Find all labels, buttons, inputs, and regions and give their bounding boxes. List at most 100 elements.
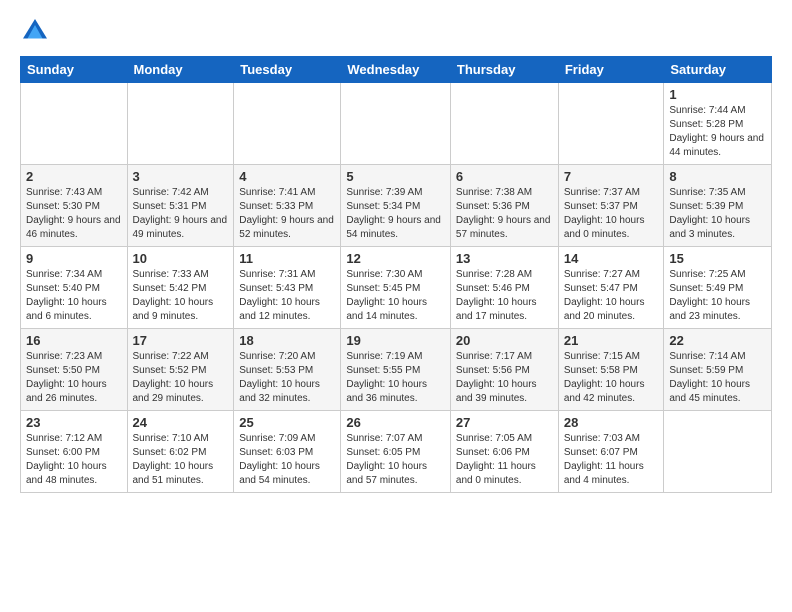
calendar-cell: 23 Sunrise: 7:12 AM Sunset: 6:00 PM Dayli… xyxy=(21,411,128,493)
weekday-header-saturday: Saturday xyxy=(664,57,772,83)
calendar-cell xyxy=(127,83,234,165)
calendar-cell xyxy=(450,83,558,165)
weekday-header-thursday: Thursday xyxy=(450,57,558,83)
weekday-header-sunday: Sunday xyxy=(21,57,128,83)
day-info: Sunrise: 7:41 AM Sunset: 5:33 PM Dayligh… xyxy=(239,186,335,242)
day-info: Sunrise: 7:34 AM Sunset: 5:40 PM Dayligh… xyxy=(26,268,122,324)
calendar-cell: 8 Sunrise: 7:35 AM Sunset: 5:39 PM Daylig… xyxy=(664,165,772,247)
calendar-cell: 13Sunrise: 7:28 AM Sunset: 5:46 PM Dayli… xyxy=(450,247,558,329)
day-info: Sunrise: 7:28 AM Sunset: 5:46 PM Dayligh… xyxy=(456,268,553,324)
calendar-cell: 14Sunrise: 7:27 AM Sunset: 5:47 PM Dayli… xyxy=(558,247,664,329)
day-number: 19 xyxy=(346,333,445,348)
calendar-cell: 9 Sunrise: 7:34 AM Sunset: 5:40 PM Daylig… xyxy=(21,247,128,329)
calendar-cell: 25 Sunrise: 7:09 AM Sunset: 6:03 PM Dayli… xyxy=(234,411,341,493)
day-info: Sunrise: 7:37 AM Sunset: 5:37 PM Dayligh… xyxy=(564,186,659,242)
day-number: 7 xyxy=(564,169,659,184)
calendar-cell: 28 Sunrise: 7:03 AM Sunset: 6:07 PM Dayli… xyxy=(558,411,664,493)
day-info: Sunrise: 7:03 AM Sunset: 6:07 PM Dayligh… xyxy=(564,432,659,488)
day-number: 28 xyxy=(564,415,659,430)
day-info: Sunrise: 7:42 AM Sunset: 5:31 PM Dayligh… xyxy=(133,186,229,242)
logo-icon xyxy=(20,16,50,46)
calendar-cell xyxy=(21,83,128,165)
calendar-cell: 19 Sunrise: 7:19 AM Sunset: 5:55 PM Dayli… xyxy=(341,329,451,411)
day-info: Sunrise: 7:43 AM Sunset: 5:30 PM Dayligh… xyxy=(26,186,122,242)
week-row-2: 9 Sunrise: 7:34 AM Sunset: 5:40 PM Daylig… xyxy=(21,247,772,329)
day-info: Sunrise: 7:12 AM Sunset: 6:00 PM Dayligh… xyxy=(26,432,122,488)
day-number: 27 xyxy=(456,415,553,430)
calendar-cell: 26 Sunrise: 7:07 AM Sunset: 6:05 PM Dayli… xyxy=(341,411,451,493)
calendar-cell: 12 Sunrise: 7:30 AM Sunset: 5:45 PM Dayli… xyxy=(341,247,451,329)
day-info: Sunrise: 7:27 AM Sunset: 5:47 PM Dayligh… xyxy=(564,268,659,324)
day-info: Sunrise: 7:31 AM Sunset: 5:43 PM Dayligh… xyxy=(239,268,335,324)
day-number: 17 xyxy=(133,333,229,348)
weekday-header-row: SundayMondayTuesdayWednesdayThursdayFrid… xyxy=(21,57,772,83)
day-number: 5 xyxy=(346,169,445,184)
day-info: Sunrise: 7:09 AM Sunset: 6:03 PM Dayligh… xyxy=(239,432,335,488)
calendar-cell: 22 Sunrise: 7:14 AM Sunset: 5:59 PM Dayli… xyxy=(664,329,772,411)
day-number: 12 xyxy=(346,251,445,266)
day-number: 20 xyxy=(456,333,553,348)
weekday-header-monday: Monday xyxy=(127,57,234,83)
day-info: Sunrise: 7:38 AM Sunset: 5:36 PM Dayligh… xyxy=(456,186,553,242)
day-number: 2 xyxy=(26,169,122,184)
day-number: 25 xyxy=(239,415,335,430)
day-number: 1 xyxy=(669,87,766,102)
day-info: Sunrise: 7:20 AM Sunset: 5:53 PM Dayligh… xyxy=(239,350,335,406)
day-info: Sunrise: 7:22 AM Sunset: 5:52 PM Dayligh… xyxy=(133,350,229,406)
day-info: Sunrise: 7:17 AM Sunset: 5:56 PM Dayligh… xyxy=(456,350,553,406)
calendar-cell: 7 Sunrise: 7:37 AM Sunset: 5:37 PM Daylig… xyxy=(558,165,664,247)
day-info: Sunrise: 7:25 AM Sunset: 5:49 PM Dayligh… xyxy=(669,268,766,324)
day-number: 22 xyxy=(669,333,766,348)
logo xyxy=(20,16,54,46)
calendar-cell: 18 Sunrise: 7:20 AM Sunset: 5:53 PM Dayli… xyxy=(234,329,341,411)
day-number: 15 xyxy=(669,251,766,266)
day-number: 23 xyxy=(26,415,122,430)
day-number: 26 xyxy=(346,415,445,430)
week-row-1: 2 Sunrise: 7:43 AM Sunset: 5:30 PM Daylig… xyxy=(21,165,772,247)
day-number: 21 xyxy=(564,333,659,348)
day-info: Sunrise: 7:19 AM Sunset: 5:55 PM Dayligh… xyxy=(346,350,445,406)
week-row-4: 23 Sunrise: 7:12 AM Sunset: 6:00 PM Dayli… xyxy=(21,411,772,493)
calendar-cell: 17 Sunrise: 7:22 AM Sunset: 5:52 PM Dayli… xyxy=(127,329,234,411)
calendar-cell: 4Sunrise: 7:41 AM Sunset: 5:33 PM Daylig… xyxy=(234,165,341,247)
week-row-0: 1 Sunrise: 7:44 AM Sunset: 5:28 PM Daylig… xyxy=(21,83,772,165)
day-info: Sunrise: 7:44 AM Sunset: 5:28 PM Dayligh… xyxy=(669,104,766,160)
day-number: 10 xyxy=(133,251,229,266)
calendar-cell: 2 Sunrise: 7:43 AM Sunset: 5:30 PM Daylig… xyxy=(21,165,128,247)
day-number: 11 xyxy=(239,251,335,266)
day-info: Sunrise: 7:35 AM Sunset: 5:39 PM Dayligh… xyxy=(669,186,766,242)
calendar-cell: 16 Sunrise: 7:23 AM Sunset: 5:50 PM Dayli… xyxy=(21,329,128,411)
day-info: Sunrise: 7:30 AM Sunset: 5:45 PM Dayligh… xyxy=(346,268,445,324)
day-number: 18 xyxy=(239,333,335,348)
calendar-cell: 21 Sunrise: 7:15 AM Sunset: 5:58 PM Dayli… xyxy=(558,329,664,411)
week-row-3: 16 Sunrise: 7:23 AM Sunset: 5:50 PM Dayli… xyxy=(21,329,772,411)
day-number: 3 xyxy=(133,169,229,184)
calendar-cell: 11 Sunrise: 7:31 AM Sunset: 5:43 PM Dayli… xyxy=(234,247,341,329)
weekday-header-friday: Friday xyxy=(558,57,664,83)
weekday-header-tuesday: Tuesday xyxy=(234,57,341,83)
day-number: 9 xyxy=(26,251,122,266)
calendar-cell: 6 Sunrise: 7:38 AM Sunset: 5:36 PM Daylig… xyxy=(450,165,558,247)
calendar-cell: 10 Sunrise: 7:33 AM Sunset: 5:42 PM Dayli… xyxy=(127,247,234,329)
day-info: Sunrise: 7:33 AM Sunset: 5:42 PM Dayligh… xyxy=(133,268,229,324)
calendar-cell: 15 Sunrise: 7:25 AM Sunset: 5:49 PM Dayli… xyxy=(664,247,772,329)
header xyxy=(20,16,772,46)
calendar-cell: 1 Sunrise: 7:44 AM Sunset: 5:28 PM Daylig… xyxy=(664,83,772,165)
day-info: Sunrise: 7:14 AM Sunset: 5:59 PM Dayligh… xyxy=(669,350,766,406)
day-number: 6 xyxy=(456,169,553,184)
day-info: Sunrise: 7:07 AM Sunset: 6:05 PM Dayligh… xyxy=(346,432,445,488)
calendar-cell: 24Sunrise: 7:10 AM Sunset: 6:02 PM Dayli… xyxy=(127,411,234,493)
weekday-header-wednesday: Wednesday xyxy=(341,57,451,83)
day-info: Sunrise: 7:39 AM Sunset: 5:34 PM Dayligh… xyxy=(346,186,445,242)
calendar-cell xyxy=(664,411,772,493)
day-number: 24 xyxy=(133,415,229,430)
day-info: Sunrise: 7:15 AM Sunset: 5:58 PM Dayligh… xyxy=(564,350,659,406)
calendar-cell: 20 Sunrise: 7:17 AM Sunset: 5:56 PM Dayli… xyxy=(450,329,558,411)
calendar: SundayMondayTuesdayWednesdayThursdayFrid… xyxy=(20,56,772,493)
page: SundayMondayTuesdayWednesdayThursdayFrid… xyxy=(0,0,792,503)
day-number: 16 xyxy=(26,333,122,348)
day-info: Sunrise: 7:05 AM Sunset: 6:06 PM Dayligh… xyxy=(456,432,553,488)
calendar-cell: 5 Sunrise: 7:39 AM Sunset: 5:34 PM Daylig… xyxy=(341,165,451,247)
day-info: Sunrise: 7:23 AM Sunset: 5:50 PM Dayligh… xyxy=(26,350,122,406)
day-number: 8 xyxy=(669,169,766,184)
